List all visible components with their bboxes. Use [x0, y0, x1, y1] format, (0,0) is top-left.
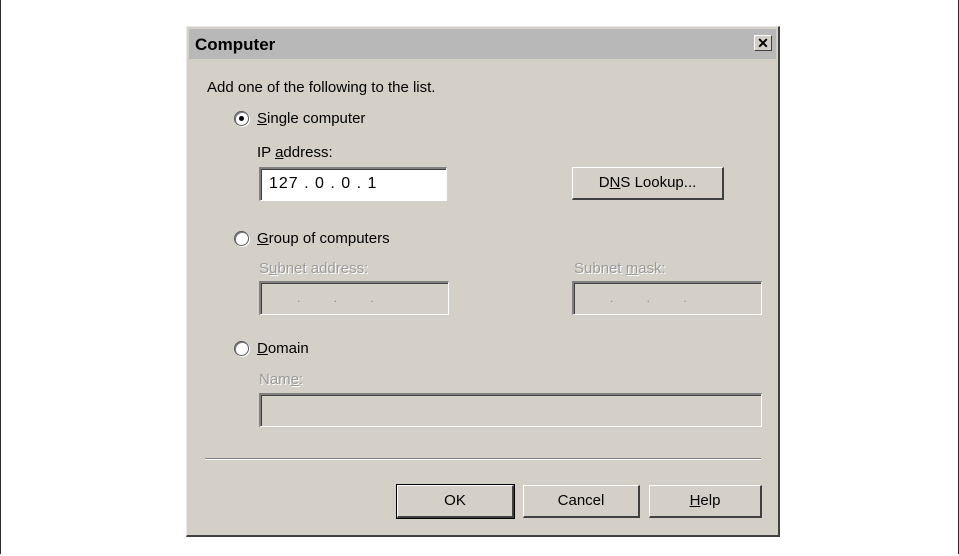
subnet-address-label-post: bnet address:: [277, 260, 369, 277]
group-label-post: roup of computers: [268, 230, 390, 247]
subnet-mask-dots: . . .: [610, 291, 687, 305]
domain-label[interactable]: Domain: [257, 340, 309, 357]
subnet-address-label-pre: S: [259, 260, 270, 277]
dns-lookup-button[interactable]: DNS Lookup...: [572, 167, 724, 200]
domain-name-label-post: :: [299, 371, 304, 388]
subnet-mask-field[interactable]: . . .: [572, 281, 762, 315]
ip-label-pre: IP: [257, 144, 276, 161]
ok-button[interactable]: OK: [396, 484, 515, 519]
ip-address-label: IP address:: [257, 144, 333, 161]
single-label-key: S: [257, 110, 268, 127]
close-icon[interactable]: ✕: [754, 35, 772, 51]
ip-label-post: ddress:: [283, 144, 333, 161]
help-button[interactable]: Help: [649, 485, 762, 518]
domain-name-label: Name:: [259, 371, 303, 388]
subnet-mask-label-post: ask:: [638, 260, 666, 277]
separator: [205, 458, 761, 460]
help-label-key: H: [689, 492, 701, 509]
dialog-title: Computer: [195, 35, 276, 54]
subnet-mask-label-key: m: [625, 260, 639, 277]
instruction-text: Add one of the following to the list.: [207, 79, 436, 96]
single-label-post: ingle computer: [267, 110, 366, 127]
group-label-key: G: [257, 230, 269, 247]
computer-dialog: Computer ✕ Add one of the following to t…: [186, 26, 780, 537]
dns-label-post: S Lookup...: [620, 174, 697, 191]
domain-radio[interactable]: [234, 341, 249, 356]
help-label-post: elp: [700, 492, 721, 509]
single-computer-label[interactable]: Single computer: [257, 110, 365, 127]
dns-label-pre: D: [598, 174, 610, 191]
subnet-address-field[interactable]: . . .: [259, 281, 449, 315]
domain-label-key: D: [257, 340, 268, 357]
title-bar[interactable]: Computer ✕: [189, 29, 776, 59]
domain-name-field[interactable]: [259, 393, 762, 427]
domain-name-label-key: e: [290, 371, 300, 388]
subnet-mask-label-pre: Subnet: [574, 260, 626, 277]
ip-address-field[interactable]: 127 . 0 . 0 . 1: [259, 167, 447, 201]
group-of-computers-radio[interactable]: [234, 231, 249, 246]
subnet-mask-label: Subnet mask:: [574, 260, 666, 277]
single-computer-radio[interactable]: [234, 111, 249, 126]
subnet-address-dots: . . .: [297, 291, 374, 305]
dns-label-key: N: [609, 174, 621, 191]
domain-name-label-pre: Nam: [259, 371, 291, 388]
group-of-computers-label[interactable]: Group of computers: [257, 230, 390, 247]
subnet-address-label: Subnet address:: [259, 260, 368, 277]
domain-label-post: omain: [267, 340, 309, 357]
radio-selected-dot: [239, 116, 244, 121]
cancel-button[interactable]: Cancel: [523, 485, 640, 518]
ip-address-value: 127 . 0 . 0 . 1: [269, 175, 378, 192]
